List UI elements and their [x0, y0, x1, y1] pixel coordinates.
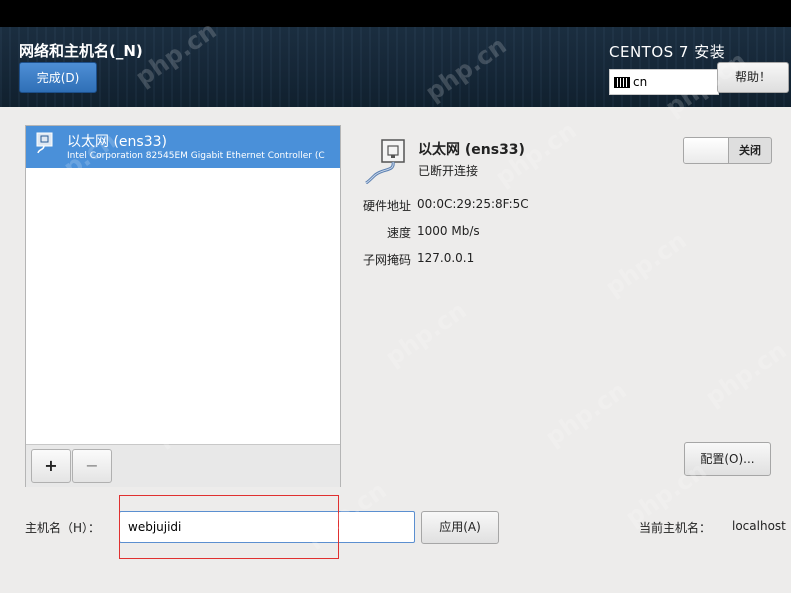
- watermark: php.cn: [380, 296, 472, 372]
- watermark: php.cn: [700, 336, 791, 412]
- hostname-input[interactable]: [119, 511, 415, 543]
- connection-toggle-switch[interactable]: 关闭: [683, 137, 772, 164]
- connection-item-ens33[interactable]: 以太网 (ens33) Intel Corporation 82545EM Gi…: [26, 126, 340, 168]
- hostname-label: 主机名（H）：: [25, 521, 101, 535]
- remove-connection-button[interactable]: −: [72, 449, 112, 483]
- configure-button[interactable]: 配置(O)...: [684, 442, 771, 476]
- keyboard-icon: [614, 77, 630, 88]
- header: 网络和主机名(_N) 完成(D) CENTOS 7 安装 cn 帮助！: [0, 27, 791, 107]
- hardware-address-value: 00:0C:29:25:8F:5C: [417, 197, 529, 211]
- connection-status: 已断开连接: [418, 164, 479, 178]
- current-hostname-label: 当前主机名：: [639, 521, 712, 535]
- connection-list: 以太网 (ens33) Intel Corporation 82545EM Gi…: [25, 125, 341, 487]
- network-hostname-screen: 网络和主机名(_N) 完成(D) CENTOS 7 安装 cn 帮助！ 以太网 …: [0, 0, 791, 593]
- current-hostname-value: localhost: [732, 519, 786, 533]
- subnet-mask-label: 子网掩码: [362, 253, 411, 267]
- watermark: php.cn: [540, 376, 632, 452]
- add-connection-button[interactable]: +: [31, 449, 71, 483]
- speed-label: 速度: [386, 226, 411, 240]
- keyboard-layout-label: cn: [633, 75, 648, 89]
- ethernet-port-icon: [365, 139, 405, 184]
- page-title: 网络和主机名(_N): [19, 42, 143, 60]
- keyboard-layout-indicator[interactable]: cn: [609, 69, 719, 95]
- ethernet-icon: [36, 132, 53, 154]
- connection-name: 以太网 (ens33): [67, 134, 167, 150]
- switch-label: 关闭: [739, 144, 761, 157]
- switch-knob: [684, 138, 729, 163]
- watermark: php.cn: [600, 226, 692, 302]
- done-button[interactable]: 完成(D): [19, 62, 97, 93]
- help-button[interactable]: 帮助！: [717, 62, 789, 93]
- connection-description: Intel Corporation 82545EM Gigabit Ethern…: [67, 151, 325, 161]
- apply-button[interactable]: 应用(A): [421, 511, 499, 544]
- top-bar: [0, 0, 791, 27]
- hardware-address-label: 硬件地址: [362, 199, 411, 213]
- product-name: CENTOS 7 安装: [609, 43, 726, 61]
- speed-value: 1000 Mb/s: [417, 224, 480, 238]
- list-toolbar: + −: [26, 444, 340, 487]
- subnet-mask-value: 127.0.0.1: [417, 251, 475, 265]
- detail-connection-name: 以太网 (ens33): [418, 142, 525, 158]
